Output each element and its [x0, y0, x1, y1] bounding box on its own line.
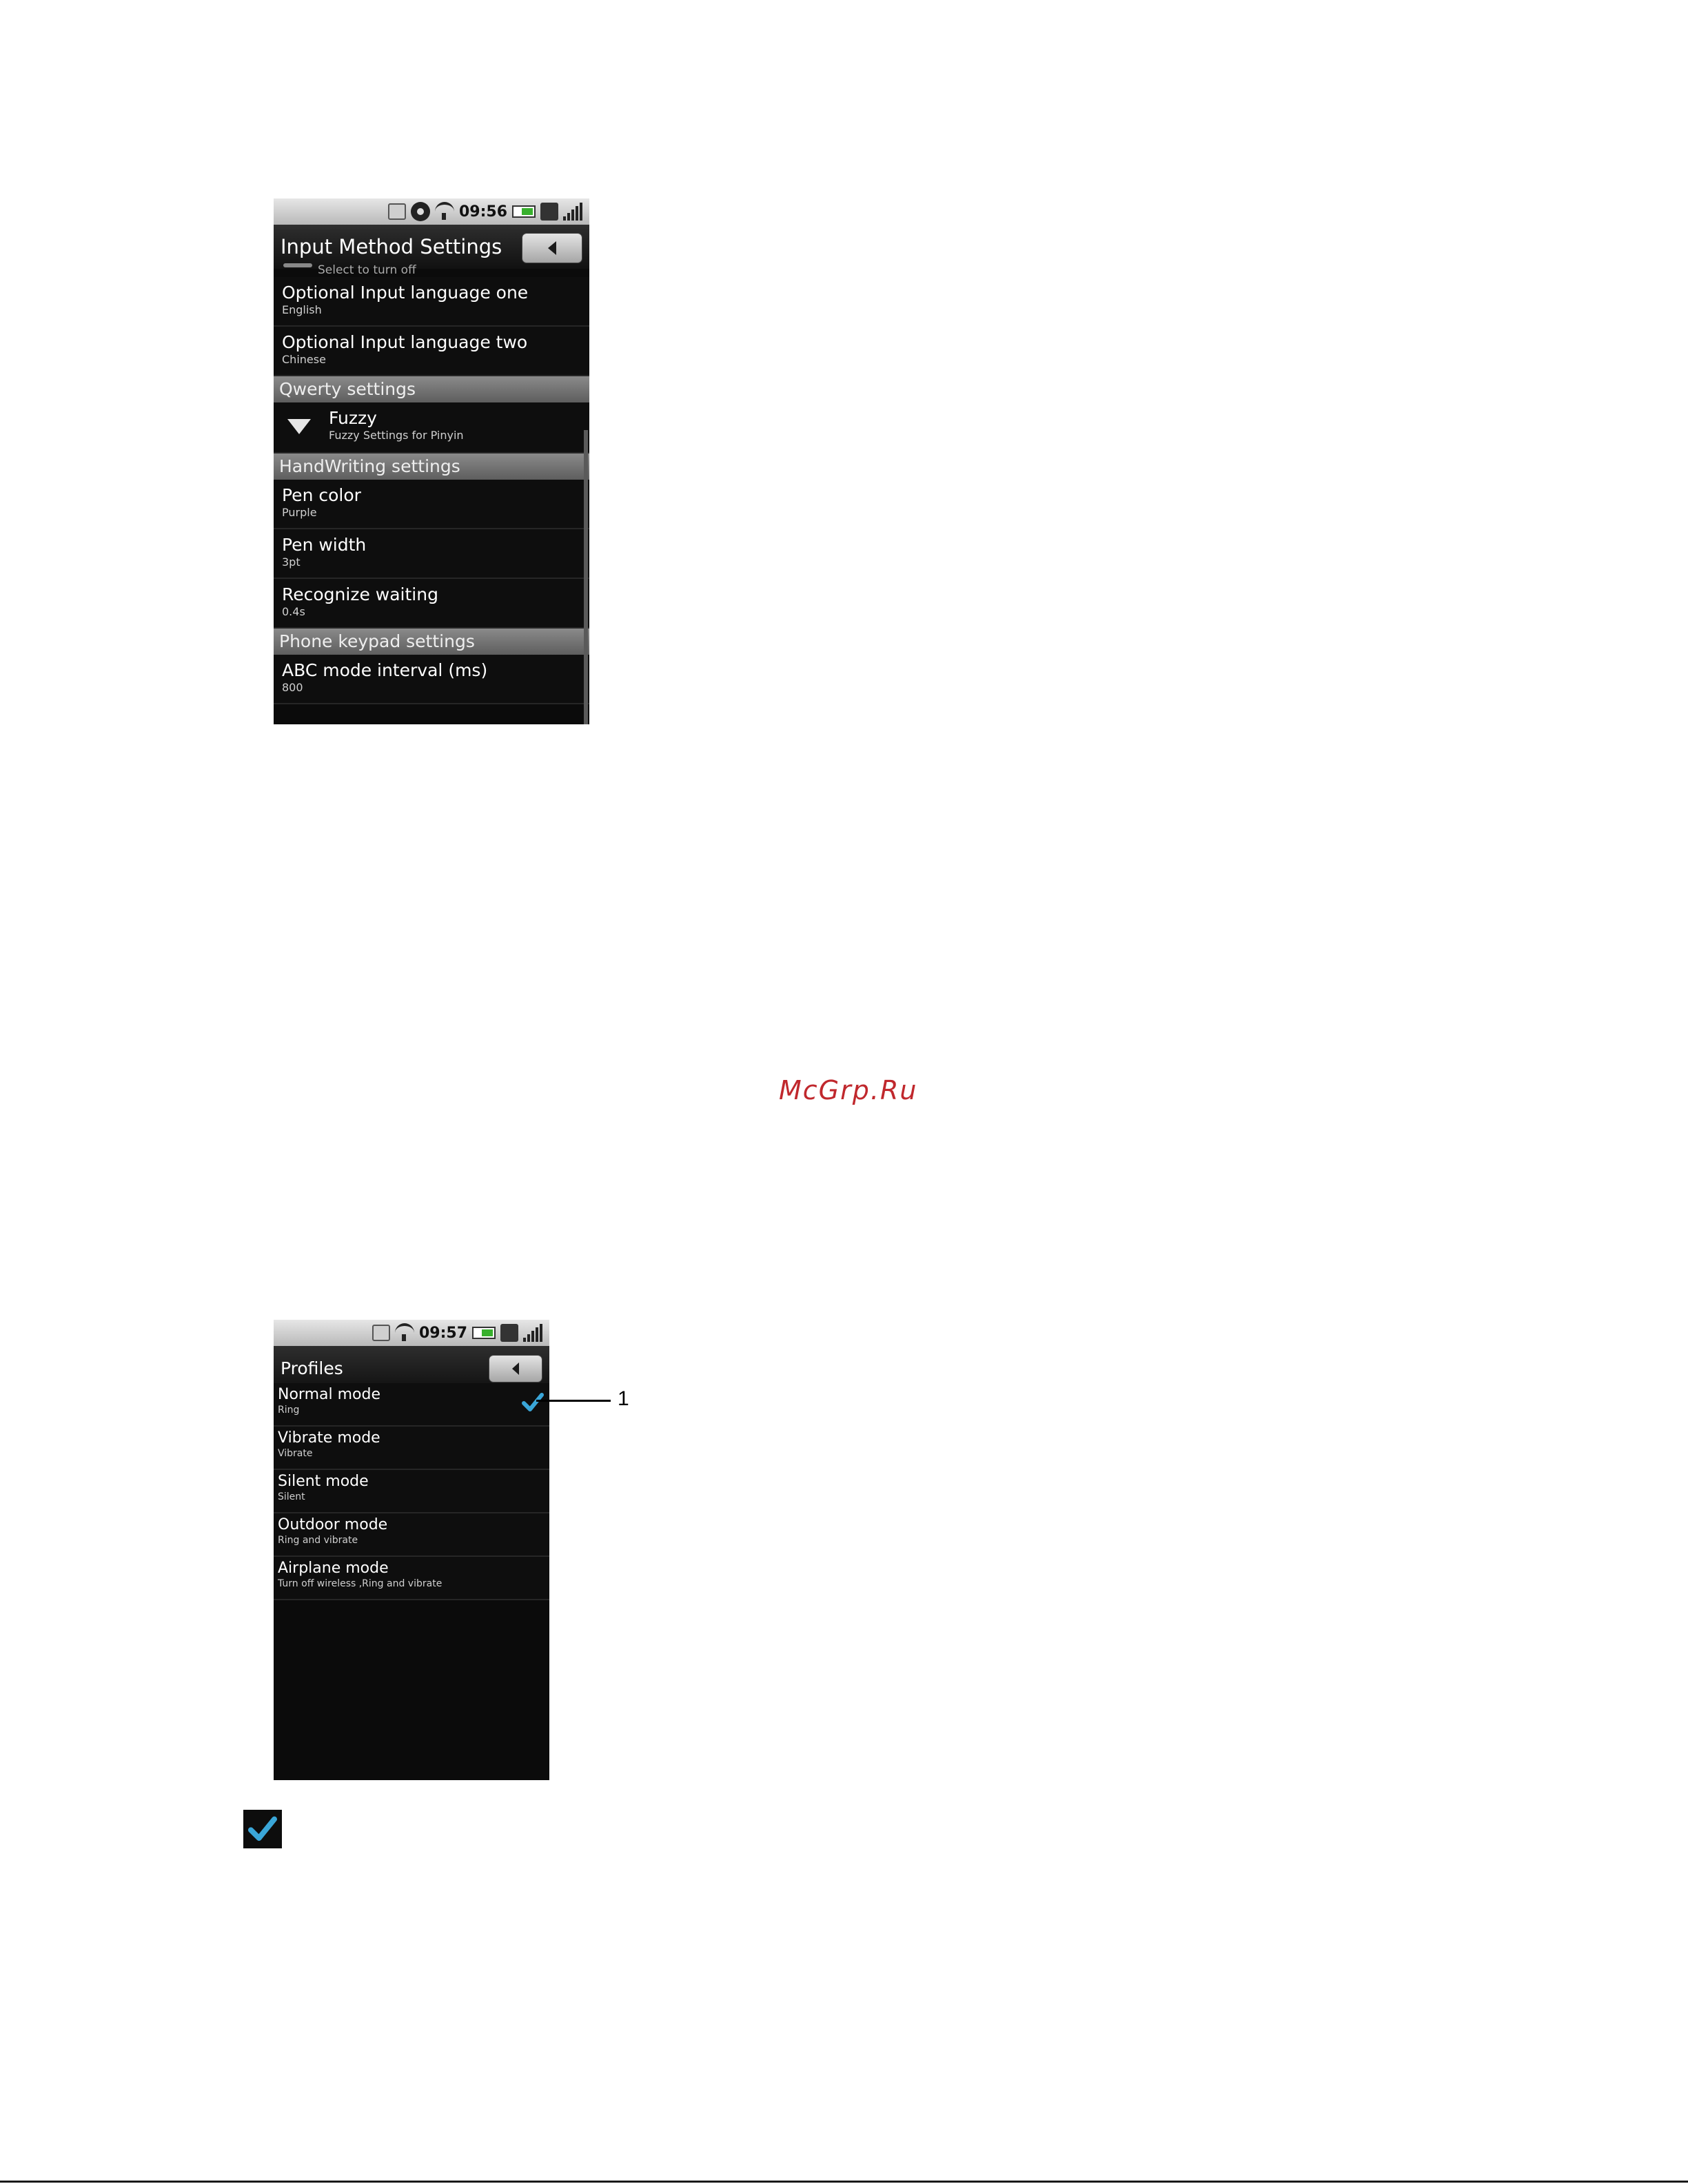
- check-icon: [248, 1816, 277, 1841]
- signal-icon: [563, 203, 584, 221]
- item-subtitle: 800: [282, 681, 303, 694]
- profile-item-normal[interactable]: Normal mode Ring: [274, 1383, 549, 1427]
- toggle-item-partial[interactable]: Select to turn off: [274, 263, 589, 277]
- signal-icon: [523, 1324, 544, 1342]
- callout-label: 1: [618, 1387, 629, 1410]
- list-item[interactable]: Optional Input language one English: [274, 277, 589, 327]
- item-title: Recognize waiting: [282, 584, 438, 604]
- profile-item-outdoor[interactable]: Outdoor mode Ring and vibrate: [274, 1513, 549, 1557]
- item-title: Outdoor mode: [278, 1516, 388, 1533]
- chevron-down-icon: [287, 419, 311, 434]
- item-subtitle: Vibrate: [278, 1448, 313, 1459]
- page-title: Input Method Settings: [281, 235, 502, 258]
- status-bar: 09:56: [274, 198, 589, 225]
- item-subtitle: Purple: [282, 506, 317, 519]
- gallery-icon: [387, 203, 406, 220]
- profile-item-vibrate[interactable]: Vibrate mode Vibrate: [274, 1427, 549, 1470]
- item-title: Pen width: [282, 535, 367, 555]
- settings-list: Select to turn off Optional Input langua…: [274, 263, 589, 704]
- battery-icon: [472, 1327, 496, 1339]
- status-bar: 09:57: [274, 1320, 549, 1346]
- item-subtitle: Silent: [278, 1491, 305, 1502]
- gallery-icon: [372, 1325, 390, 1341]
- section-header-keypad: Phone keypad settings: [274, 629, 589, 655]
- title-bar: Input Method Settings: [274, 225, 589, 269]
- wifi-icon: [394, 1323, 414, 1343]
- item-title: Select to turn off: [318, 263, 416, 277]
- input-method-settings-screen: 09:56 Input Method Settings Select to tu…: [274, 198, 589, 724]
- back-arrow-icon: [512, 1363, 519, 1375]
- profile-item-airplane[interactable]: Airplane mode Turn off wireless ,Ring an…: [274, 1557, 549, 1600]
- item-title: ABC mode interval (ms): [282, 660, 488, 680]
- data-sync-icon: [500, 1324, 518, 1342]
- item-title: Optional Input language two: [282, 332, 528, 352]
- item-subtitle: Ring and vibrate: [278, 1535, 358, 1546]
- page-bottom-rule: [0, 2181, 1688, 2183]
- section-header-handwriting: HandWriting settings: [274, 453, 589, 480]
- item-subtitle: Ring: [278, 1405, 300, 1416]
- section-header-qwerty: Qwerty settings: [274, 376, 589, 402]
- list-item[interactable]: ABC mode interval (ms) 800: [274, 655, 589, 704]
- battery-icon: [512, 205, 536, 218]
- data-sync-icon: [540, 203, 558, 221]
- item-subtitle: Fuzzy Settings for Pinyin: [329, 429, 464, 442]
- callout-line: [536, 1400, 611, 1402]
- status-time: 09:57: [418, 1324, 467, 1342]
- item-subtitle: 3pt: [282, 555, 301, 569]
- wifi-icon: [434, 202, 454, 221]
- profile-item-silent[interactable]: Silent mode Silent: [274, 1470, 549, 1513]
- music-disc-icon: [410, 202, 430, 221]
- item-title: Optional Input language one: [282, 283, 529, 303]
- legend-check-box: [243, 1810, 282, 1848]
- list-item[interactable]: Recognize waiting 0.4s: [274, 579, 589, 629]
- item-subtitle: 0.4s: [282, 605, 305, 618]
- item-subtitle: Turn off wireless ,Ring and vibrate: [278, 1578, 443, 1589]
- list-item[interactable]: Pen width 3pt: [274, 529, 589, 579]
- item-title: Vibrate mode: [278, 1429, 380, 1447]
- item-subtitle: English: [282, 303, 322, 316]
- list-item[interactable]: Optional Input language two Chinese: [274, 327, 589, 376]
- fuzzy-item[interactable]: Fuzzy Fuzzy Settings for Pinyin: [274, 402, 589, 453]
- profiles-list: Normal mode Ring Vibrate mode Vibrate Si…: [274, 1383, 549, 1600]
- back-button[interactable]: [522, 233, 582, 263]
- item-title: Fuzzy: [329, 408, 377, 428]
- back-arrow-icon: [548, 241, 556, 255]
- scrollbar[interactable]: [584, 430, 588, 724]
- profiles-screen: 09:57 Profiles Normal mode Ring Vibrate …: [274, 1320, 549, 1780]
- item-title: Silent mode: [278, 1473, 369, 1490]
- item-title: Normal mode: [278, 1386, 380, 1403]
- watermark: McGrp.Ru: [779, 1075, 918, 1105]
- item-title: Pen color: [282, 485, 361, 505]
- page-title: Profiles: [281, 1358, 343, 1378]
- status-time: 09:56: [458, 203, 507, 221]
- back-button[interactable]: [489, 1355, 542, 1382]
- item-subtitle: Chinese: [282, 353, 326, 366]
- check-icon: [522, 1393, 544, 1411]
- list-item[interactable]: Pen color Purple: [274, 480, 589, 529]
- item-title: Airplane mode: [278, 1560, 389, 1577]
